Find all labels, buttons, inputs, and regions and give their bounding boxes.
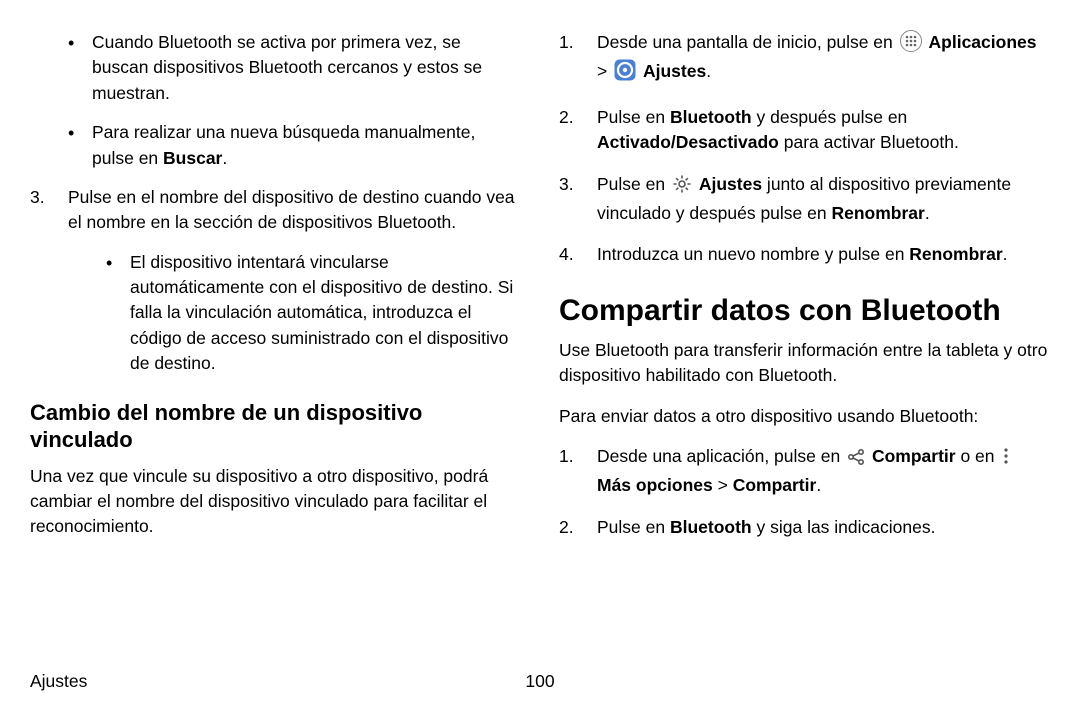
list-item: 3. Pulse en el nombre del dispositivo de… bbox=[30, 185, 521, 377]
list-item: Cuando Bluetooth se activa por primera v… bbox=[68, 30, 521, 106]
page-footer: Ajustes 100 bbox=[30, 671, 1050, 692]
step-number: 3. bbox=[559, 172, 574, 197]
bold-text: Ajustes bbox=[643, 61, 706, 81]
sub-bullet-text: El dispositivo intentará vincularse auto… bbox=[130, 252, 513, 374]
sub-heading: Cambio del nombre de un dispositivo vinc… bbox=[30, 399, 521, 454]
bold-text: Bluetooth bbox=[670, 107, 752, 127]
paragraph: Una vez que vincule su dispositivo a otr… bbox=[30, 464, 521, 540]
page-body: Cuando Bluetooth se activa por primera v… bbox=[0, 0, 1080, 556]
step-number: 1. bbox=[559, 444, 574, 469]
bold-text: Buscar bbox=[163, 148, 222, 168]
list-item: 1. Desde una aplicación, pulse en Compar… bbox=[559, 444, 1050, 499]
apps-icon bbox=[900, 30, 922, 59]
list-item: El dispositivo intentará vincularse auto… bbox=[106, 250, 521, 377]
step-number: 2. bbox=[559, 515, 574, 540]
list-item: 3. Pulse en Ajustes junto al dispositivo… bbox=[559, 172, 1050, 227]
bold-text: Renombrar bbox=[831, 203, 924, 223]
step-text: . bbox=[925, 203, 930, 223]
separator: > bbox=[713, 475, 733, 495]
step-number: 2. bbox=[559, 105, 574, 130]
step-text: Pulse en bbox=[597, 174, 670, 194]
more-options-icon bbox=[1001, 446, 1011, 473]
step-text: Pulse en bbox=[597, 107, 670, 127]
step-text: Introduzca un nuevo nombre y pulse en bbox=[597, 244, 909, 264]
bold-text: Compartir bbox=[733, 475, 817, 495]
bold-text: Compartir bbox=[872, 446, 956, 466]
paragraph: Use Bluetooth para transferir informació… bbox=[559, 338, 1050, 389]
footer-section-label: Ajustes bbox=[30, 671, 87, 692]
sub-bullet-list: El dispositivo intentará vincularse auto… bbox=[68, 250, 521, 377]
list-item: Para realizar una nueva búsqueda manualm… bbox=[68, 120, 521, 171]
bold-text: Activado/Desactivado bbox=[597, 132, 779, 152]
footer-page-number: 100 bbox=[525, 671, 554, 692]
paragraph: Para enviar datos a otro dispositivo usa… bbox=[559, 404, 1050, 429]
left-column: Cuando Bluetooth se activa por primera v… bbox=[30, 30, 521, 556]
step-text: . bbox=[706, 61, 711, 81]
ordered-list: 1. Desde una pantalla de inicio, pulse e… bbox=[559, 30, 1050, 268]
ordered-list: 1. Desde una aplicación, pulse en Compar… bbox=[559, 444, 1050, 540]
ordered-list: 3. Pulse en el nombre del dispositivo de… bbox=[30, 185, 521, 377]
share-icon bbox=[847, 448, 865, 473]
bullet-list: Cuando Bluetooth se activa por primera v… bbox=[30, 30, 521, 171]
bold-text: Más opciones bbox=[597, 475, 713, 495]
step-text: . bbox=[1003, 244, 1008, 264]
step-text: para activar Bluetooth. bbox=[779, 132, 959, 152]
step-number: 4. bbox=[559, 242, 574, 267]
settings-icon bbox=[614, 59, 636, 88]
step-number: 1. bbox=[559, 30, 574, 55]
list-item: 4. Introduzca un nuevo nombre y pulse en… bbox=[559, 242, 1050, 267]
bullet-text: Para realizar una nueva búsqueda manualm… bbox=[92, 122, 475, 167]
step-number: 3. bbox=[30, 185, 45, 210]
step-text: o en bbox=[956, 446, 1000, 466]
step-text: Pulse en el nombre del dispositivo de de… bbox=[68, 187, 515, 232]
bold-text: Renombrar bbox=[909, 244, 1002, 264]
bullet-text: Cuando Bluetooth se activa por primera v… bbox=[92, 32, 482, 103]
list-item: 1. Desde una pantalla de inicio, pulse e… bbox=[559, 30, 1050, 89]
step-text: . bbox=[816, 475, 821, 495]
right-column: 1. Desde una pantalla de inicio, pulse e… bbox=[559, 30, 1050, 556]
step-text: y siga las indicaciones. bbox=[752, 517, 936, 537]
step-text: Pulse en bbox=[597, 517, 670, 537]
list-item: 2. Pulse en Bluetooth y después pulse en… bbox=[559, 105, 1050, 156]
step-text: y después pulse en bbox=[752, 107, 908, 127]
separator: > bbox=[597, 61, 612, 81]
bold-text: Ajustes bbox=[699, 174, 762, 194]
main-heading: Compartir datos con Bluetooth bbox=[559, 294, 1050, 328]
bold-text: Bluetooth bbox=[670, 517, 752, 537]
bold-text: Aplicaciones bbox=[929, 32, 1037, 52]
step-text: Desde una pantalla de inicio, pulse en bbox=[597, 32, 898, 52]
gear-icon bbox=[672, 174, 692, 201]
bullet-text: . bbox=[222, 148, 227, 168]
list-item: 2. Pulse en Bluetooth y siga las indicac… bbox=[559, 515, 1050, 540]
step-text: Desde una aplicación, pulse en bbox=[597, 446, 845, 466]
